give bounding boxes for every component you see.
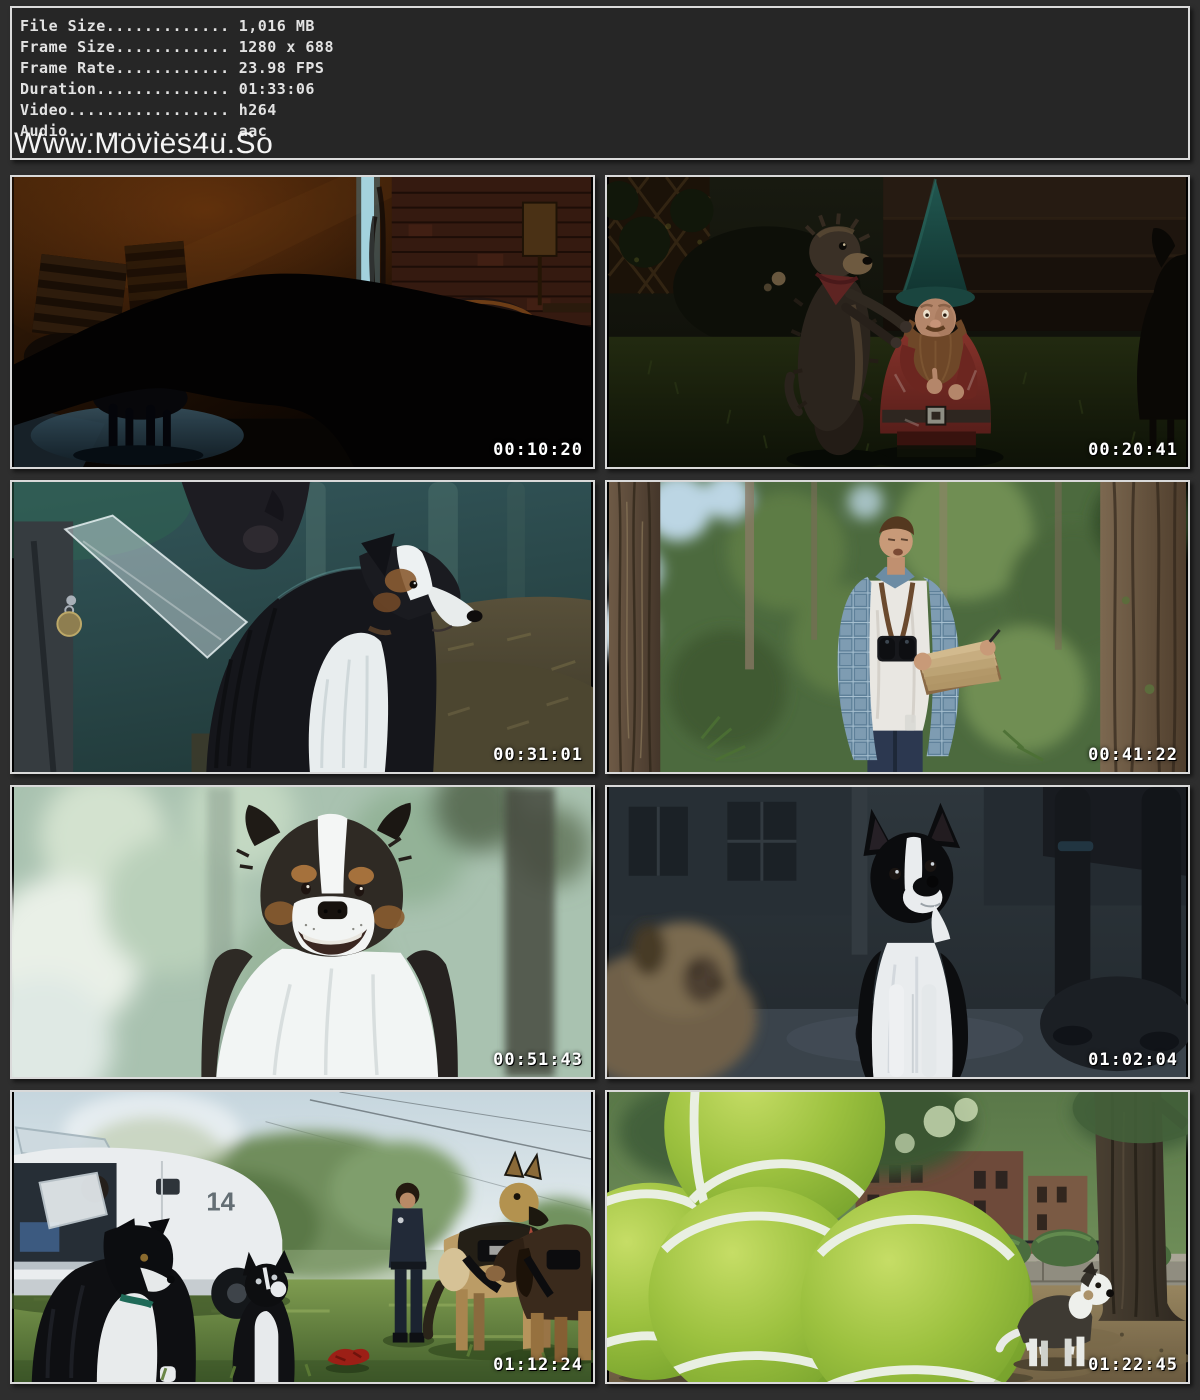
dot-leader: ............ (115, 38, 229, 56)
info-line-frame-rate: Frame Rate............ 23.98 FPS (20, 58, 1188, 79)
site-watermark: Www.Movies4u.So (14, 128, 273, 160)
info-value: h264 (239, 101, 277, 119)
info-label: File Size (20, 17, 106, 35)
screenshot-frame-1: 00:10:20 (10, 175, 595, 469)
info-line-file-size: File Size............. 1,016 MB (20, 16, 1188, 37)
screenshot-frame-5: 00:51:43 (10, 785, 595, 1079)
scene-man-binoculars (607, 482, 1188, 772)
dot-leader: ............. (106, 17, 230, 35)
dot-leader: .............. (96, 80, 229, 98)
info-value: 23.98 FPS (239, 59, 325, 77)
preview-sheet: File Size............. 1,016 MB Frame Siz… (0, 0, 1200, 1400)
dot-leader: ............ (115, 59, 229, 77)
dot-leader: ................. (68, 101, 230, 119)
timestamp: 01:12:24 (493, 1357, 583, 1374)
timestamp: 00:41:22 (1088, 747, 1178, 764)
scene-barn-aussie (12, 482, 593, 772)
timestamp: 00:10:20 (493, 442, 583, 459)
media-info-panel: File Size............. 1,016 MB Frame Siz… (10, 6, 1190, 160)
screenshot-frame-4: 00:41:22 (605, 480, 1190, 774)
timestamp: 01:22:45 (1088, 1357, 1178, 1374)
info-value: 01:33:06 (239, 80, 315, 98)
timestamp: 00:51:43 (493, 1052, 583, 1069)
timestamp: 00:31:01 (493, 747, 583, 764)
info-value: 1280 x 688 (239, 38, 334, 56)
info-label: Video (20, 101, 68, 119)
info-label: Duration (20, 80, 96, 98)
scene-aussie-smile (12, 787, 593, 1077)
screenshot-frame-6: 01:02:04 (605, 785, 1190, 1079)
info-line-duration: Duration.............. 01:33:06 (20, 79, 1188, 100)
scene-gnome-terrier (607, 177, 1188, 467)
info-line-video: Video................. h264 (20, 100, 1188, 121)
timestamp: 00:20:41 (1088, 442, 1178, 459)
info-line-frame-size: Frame Size............ 1280 x 688 (20, 37, 1188, 58)
timestamp: 01:02:04 (1088, 1052, 1178, 1069)
scene-tennis-balls (607, 1092, 1188, 1382)
info-value: 1,016 MB (239, 17, 315, 35)
screenshot-frame-3: 00:31:01 (10, 480, 595, 774)
screenshot-frame-7: 14 (10, 1090, 595, 1384)
van-number-label: 14 (206, 1188, 235, 1216)
scene-van-dogs: 14 (12, 1092, 593, 1382)
info-label: Frame Rate (20, 59, 115, 77)
screenshot-frame-8: 01:22:45 (605, 1090, 1190, 1384)
scene-boston-terrier (607, 787, 1188, 1077)
info-label: Frame Size (20, 38, 115, 56)
screenshot-frame-2: 00:20:41 (605, 175, 1190, 469)
scene-night-yard (12, 177, 593, 467)
